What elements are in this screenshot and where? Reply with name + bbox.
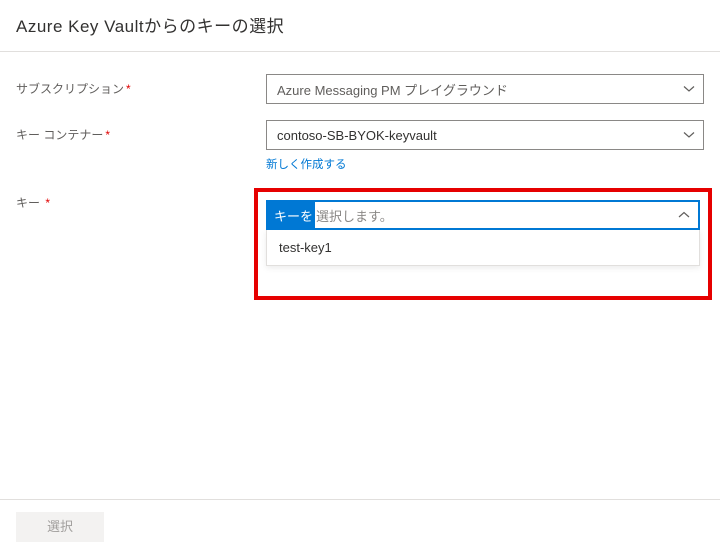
subscription-row: サブスクリプション* Azure Messaging PM プレイグラウンド bbox=[16, 74, 704, 104]
subscription-dropdown[interactable]: Azure Messaging PM プレイグラウンド bbox=[266, 74, 704, 104]
subscription-dropdown-value: Azure Messaging PM プレイグラウンド bbox=[277, 80, 508, 99]
key-dropdown-placeholder: キーを選択します。 bbox=[268, 202, 393, 229]
subscription-label: サブスクリプション* bbox=[16, 74, 266, 97]
key-placeholder-rest: 選択します。 bbox=[315, 206, 393, 225]
keyvault-label: キー コンテナー* bbox=[16, 120, 266, 143]
key-option-label: test-key1 bbox=[279, 240, 332, 255]
panel-title-text: Azure Key Vaultからのキーの選択 bbox=[16, 17, 284, 36]
annotation-highlight: キーを選択します。 test-key1 bbox=[254, 188, 712, 300]
key-label: キー * bbox=[16, 188, 266, 211]
keyvault-dropdown-value: contoso-SB-BYOK-keyvault bbox=[277, 128, 437, 143]
key-dropdown-panel: test-key1 bbox=[266, 230, 700, 266]
chevron-down-icon bbox=[683, 83, 695, 95]
key-label-text: キー bbox=[16, 196, 40, 210]
panel-title: Azure Key Vaultからのキーの選択 bbox=[0, 0, 720, 52]
required-asterisk: * bbox=[45, 196, 50, 210]
key-row: キー * キーを選択します。 test-key1 bbox=[16, 188, 704, 300]
key-placeholder-highlighted: キーを bbox=[268, 202, 315, 229]
key-option[interactable]: test-key1 bbox=[267, 230, 699, 265]
create-new-link[interactable]: 新しく作成する bbox=[266, 156, 704, 172]
keyvault-row: キー コンテナー* contoso-SB-BYOK-keyvault 新しく作成… bbox=[16, 120, 704, 172]
required-asterisk: * bbox=[126, 82, 131, 96]
chevron-down-icon bbox=[683, 129, 695, 141]
select-button-label: 選択 bbox=[47, 519, 73, 534]
chevron-up-icon bbox=[678, 209, 690, 221]
required-asterisk: * bbox=[105, 128, 110, 142]
select-button[interactable]: 選択 bbox=[16, 512, 104, 542]
create-new-link-text: 新しく作成する bbox=[266, 159, 347, 171]
subscription-label-text: サブスクリプション bbox=[16, 82, 124, 96]
key-dropdown[interactable]: キーを選択します。 bbox=[266, 200, 700, 230]
keyvault-label-text: キー コンテナー bbox=[16, 128, 103, 142]
form-body: サブスクリプション* Azure Messaging PM プレイグラウンド キ… bbox=[0, 52, 720, 300]
keyvault-dropdown[interactable]: contoso-SB-BYOK-keyvault bbox=[266, 120, 704, 150]
footer-bar: 選択 bbox=[0, 499, 720, 554]
